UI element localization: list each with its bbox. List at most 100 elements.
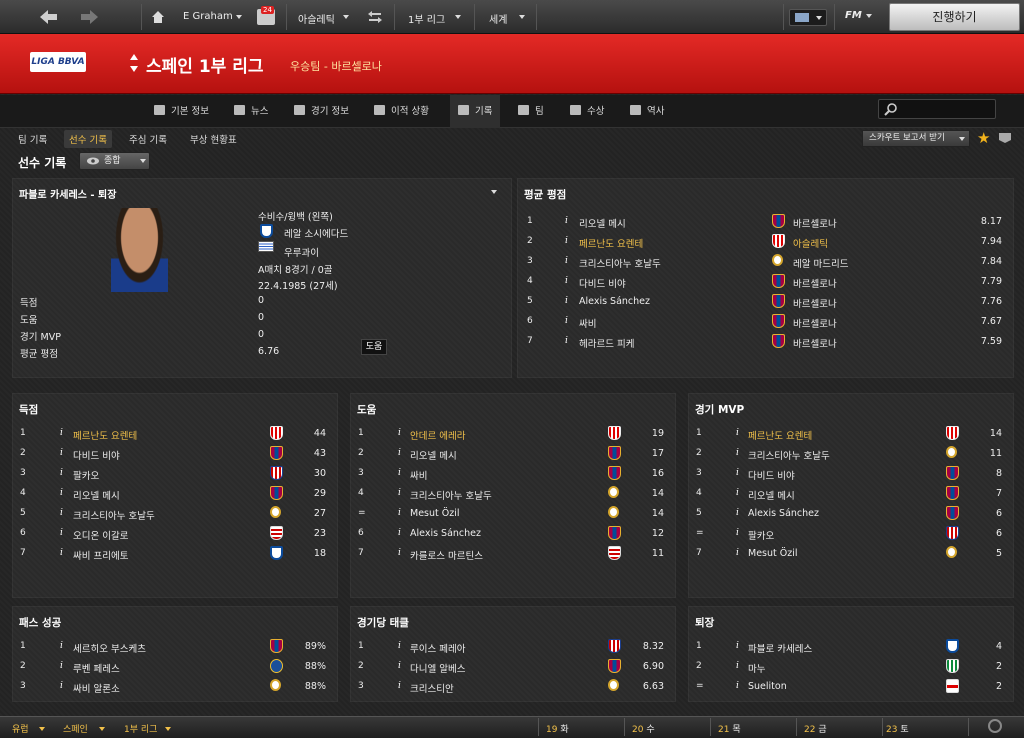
info-icon[interactable]: i	[565, 276, 568, 286]
player-name-link[interactable]: 안데르 에레라	[410, 428, 465, 442]
club-name-link[interactable]: 바르셀로나	[793, 336, 837, 350]
info-icon[interactable]: i	[60, 681, 63, 691]
info-icon[interactable]: i	[398, 528, 401, 538]
player-name-link[interactable]: 페르난도 요렌테	[748, 428, 812, 442]
home-icon[interactable]	[151, 10, 165, 24]
player-name-link[interactable]: 싸비	[579, 316, 596, 330]
player-name-link[interactable]: Alexis Sánchez	[748, 508, 819, 519]
player-name-link[interactable]: 다니엘 알베스	[410, 661, 465, 675]
player-name-link[interactable]: 루이스 페레아	[410, 641, 465, 655]
calendar-day[interactable]: 21 목	[718, 722, 741, 735]
club-name-link[interactable]: 바르셀로나	[793, 276, 837, 290]
player-name-link[interactable]: 크리스티아누 호날두	[579, 256, 661, 270]
player-name-link[interactable]: 크리스티아누 호날두	[73, 508, 155, 522]
club-name-link[interactable]: 레알 마드리드	[793, 256, 848, 270]
tab-transfers[interactable]: 이적 상황	[366, 95, 437, 128]
player-name-link[interactable]: 싸비 프리에토	[73, 548, 128, 562]
player-name-link[interactable]: 헤라르드 피케	[579, 336, 634, 350]
player-name-link[interactable]: 팔카오	[748, 528, 774, 542]
subnav-team-stats[interactable]: 팀 기록	[18, 132, 47, 146]
player-name-link[interactable]: 리오넬 메시	[579, 216, 626, 230]
player-name-link[interactable]: Mesut Özil	[748, 548, 798, 559]
fm-menu[interactable]: FM	[845, 10, 862, 21]
player-name-link[interactable]: 크리스티안	[410, 681, 454, 695]
info-icon[interactable]: i	[398, 661, 401, 671]
player-name-link[interactable]: 다비드 비야	[73, 448, 120, 462]
player-name-link[interactable]: 싸비 알론소	[73, 681, 120, 695]
player-name-link[interactable]: 세르히오 부스케츠	[73, 641, 146, 655]
scout-report-button[interactable]: 스카우트 보고서 받기	[862, 130, 970, 147]
tab-fixtures[interactable]: 경기 정보	[286, 95, 357, 128]
player-name-link[interactable]: 리오넬 메시	[748, 488, 795, 502]
settings-icon[interactable]	[998, 132, 1012, 144]
calendar-day[interactable]: 20 수	[632, 722, 655, 735]
info-icon[interactable]: i	[60, 528, 63, 538]
player-name[interactable]: 파블로 카세레스 - 퇴장	[19, 186, 116, 201]
player-name-link[interactable]: 카를로스 마르틴스	[410, 548, 483, 562]
view-dropdown[interactable]: 종합	[79, 152, 150, 170]
info-icon[interactable]: i	[60, 428, 63, 438]
info-icon[interactable]: i	[565, 216, 568, 226]
player-name-link[interactable]: 팔카오	[73, 468, 99, 482]
info-icon[interactable]: i	[736, 681, 739, 691]
player-name-link[interactable]: 루벤 페레스	[73, 661, 120, 675]
player-name-link[interactable]: 페르난도 요렌테	[73, 428, 137, 442]
tab-history[interactable]: 역사	[622, 95, 672, 128]
info-icon[interactable]: i	[398, 428, 401, 438]
subnav-referee-stats[interactable]: 주심 기록	[129, 132, 167, 146]
info-icon[interactable]: i	[60, 448, 63, 458]
player-name-link[interactable]: 파블로 카세레스	[748, 641, 812, 655]
info-icon[interactable]: i	[565, 316, 568, 326]
player-name-link[interactable]: 다비드 비야	[579, 276, 626, 290]
info-icon[interactable]: i	[398, 468, 401, 478]
champion-subtitle[interactable]: 우승팀 - 바르셀로나	[290, 58, 382, 74]
player-menu-caret[interactable]	[491, 190, 497, 194]
club-menu[interactable]: 아슬레틱	[298, 11, 335, 26]
player-name-link[interactable]: 크리스티아누 호날두	[748, 448, 830, 462]
calendar-day[interactable]: 19 화	[546, 722, 569, 735]
info-icon[interactable]: i	[398, 548, 401, 558]
breadcrumb-league[interactable]: 1부 리그	[124, 722, 157, 735]
info-icon[interactable]: i	[398, 448, 401, 458]
manager-menu[interactable]: E Graham	[183, 11, 233, 22]
calendar-day[interactable]: 23 토	[886, 722, 909, 735]
player-name-link[interactable]: 리오넬 메시	[73, 488, 120, 502]
info-icon[interactable]: i	[398, 488, 401, 498]
subnav-player-stats[interactable]: 선수 기록	[64, 130, 112, 148]
info-icon[interactable]: i	[736, 641, 739, 651]
player-name-link[interactable]: 싸비	[410, 468, 427, 482]
player-name-link[interactable]: 마누	[748, 661, 765, 675]
breadcrumb-spain[interactable]: 스페인	[63, 722, 88, 735]
player-name-link[interactable]: Alexis Sánchez	[579, 296, 650, 307]
club-name-link[interactable]: 바르셀로나	[793, 216, 837, 230]
info-icon[interactable]: i	[565, 336, 568, 346]
player-name-link[interactable]: Alexis Sánchez	[410, 528, 481, 539]
info-icon[interactable]: i	[565, 296, 568, 306]
info-icon[interactable]: i	[398, 641, 401, 651]
club-name-link[interactable]: 바르셀로나	[793, 296, 837, 310]
player-club[interactable]: 레알 소시에다드	[284, 226, 348, 240]
tab-stats[interactable]: 기록	[450, 95, 501, 128]
info-icon[interactable]: i	[736, 508, 739, 518]
player-name-link[interactable]: 크리스티아누 호날두	[410, 488, 492, 502]
club-name-link[interactable]: 아슬레틱	[793, 236, 828, 250]
info-icon[interactable]: i	[736, 428, 739, 438]
screen-icon[interactable]	[789, 9, 827, 26]
player-nation[interactable]: 우루과이	[284, 245, 319, 259]
tab-awards[interactable]: 수상	[562, 95, 612, 128]
info-icon[interactable]: i	[565, 236, 568, 246]
club-name-link[interactable]: 바르셀로나	[793, 316, 837, 330]
calendar-day[interactable]: 22 금	[804, 722, 827, 735]
player-name-link[interactable]: 다비드 비야	[748, 468, 795, 482]
continue-button[interactable]: 진행하기	[889, 3, 1020, 31]
info-icon[interactable]: i	[398, 508, 401, 518]
player-name-link[interactable]: Sueliton	[748, 681, 787, 692]
inbox-icon[interactable]: 24	[257, 6, 275, 25]
info-icon[interactable]: i	[736, 548, 739, 558]
info-icon[interactable]: i	[60, 661, 63, 671]
info-icon[interactable]: i	[398, 681, 401, 691]
forward-arrow-icon[interactable]	[80, 8, 100, 26]
tab-overview[interactable]: 기본 정보	[146, 95, 217, 128]
info-icon[interactable]: i	[736, 448, 739, 458]
breadcrumb-europe[interactable]: 유럽	[12, 722, 29, 735]
